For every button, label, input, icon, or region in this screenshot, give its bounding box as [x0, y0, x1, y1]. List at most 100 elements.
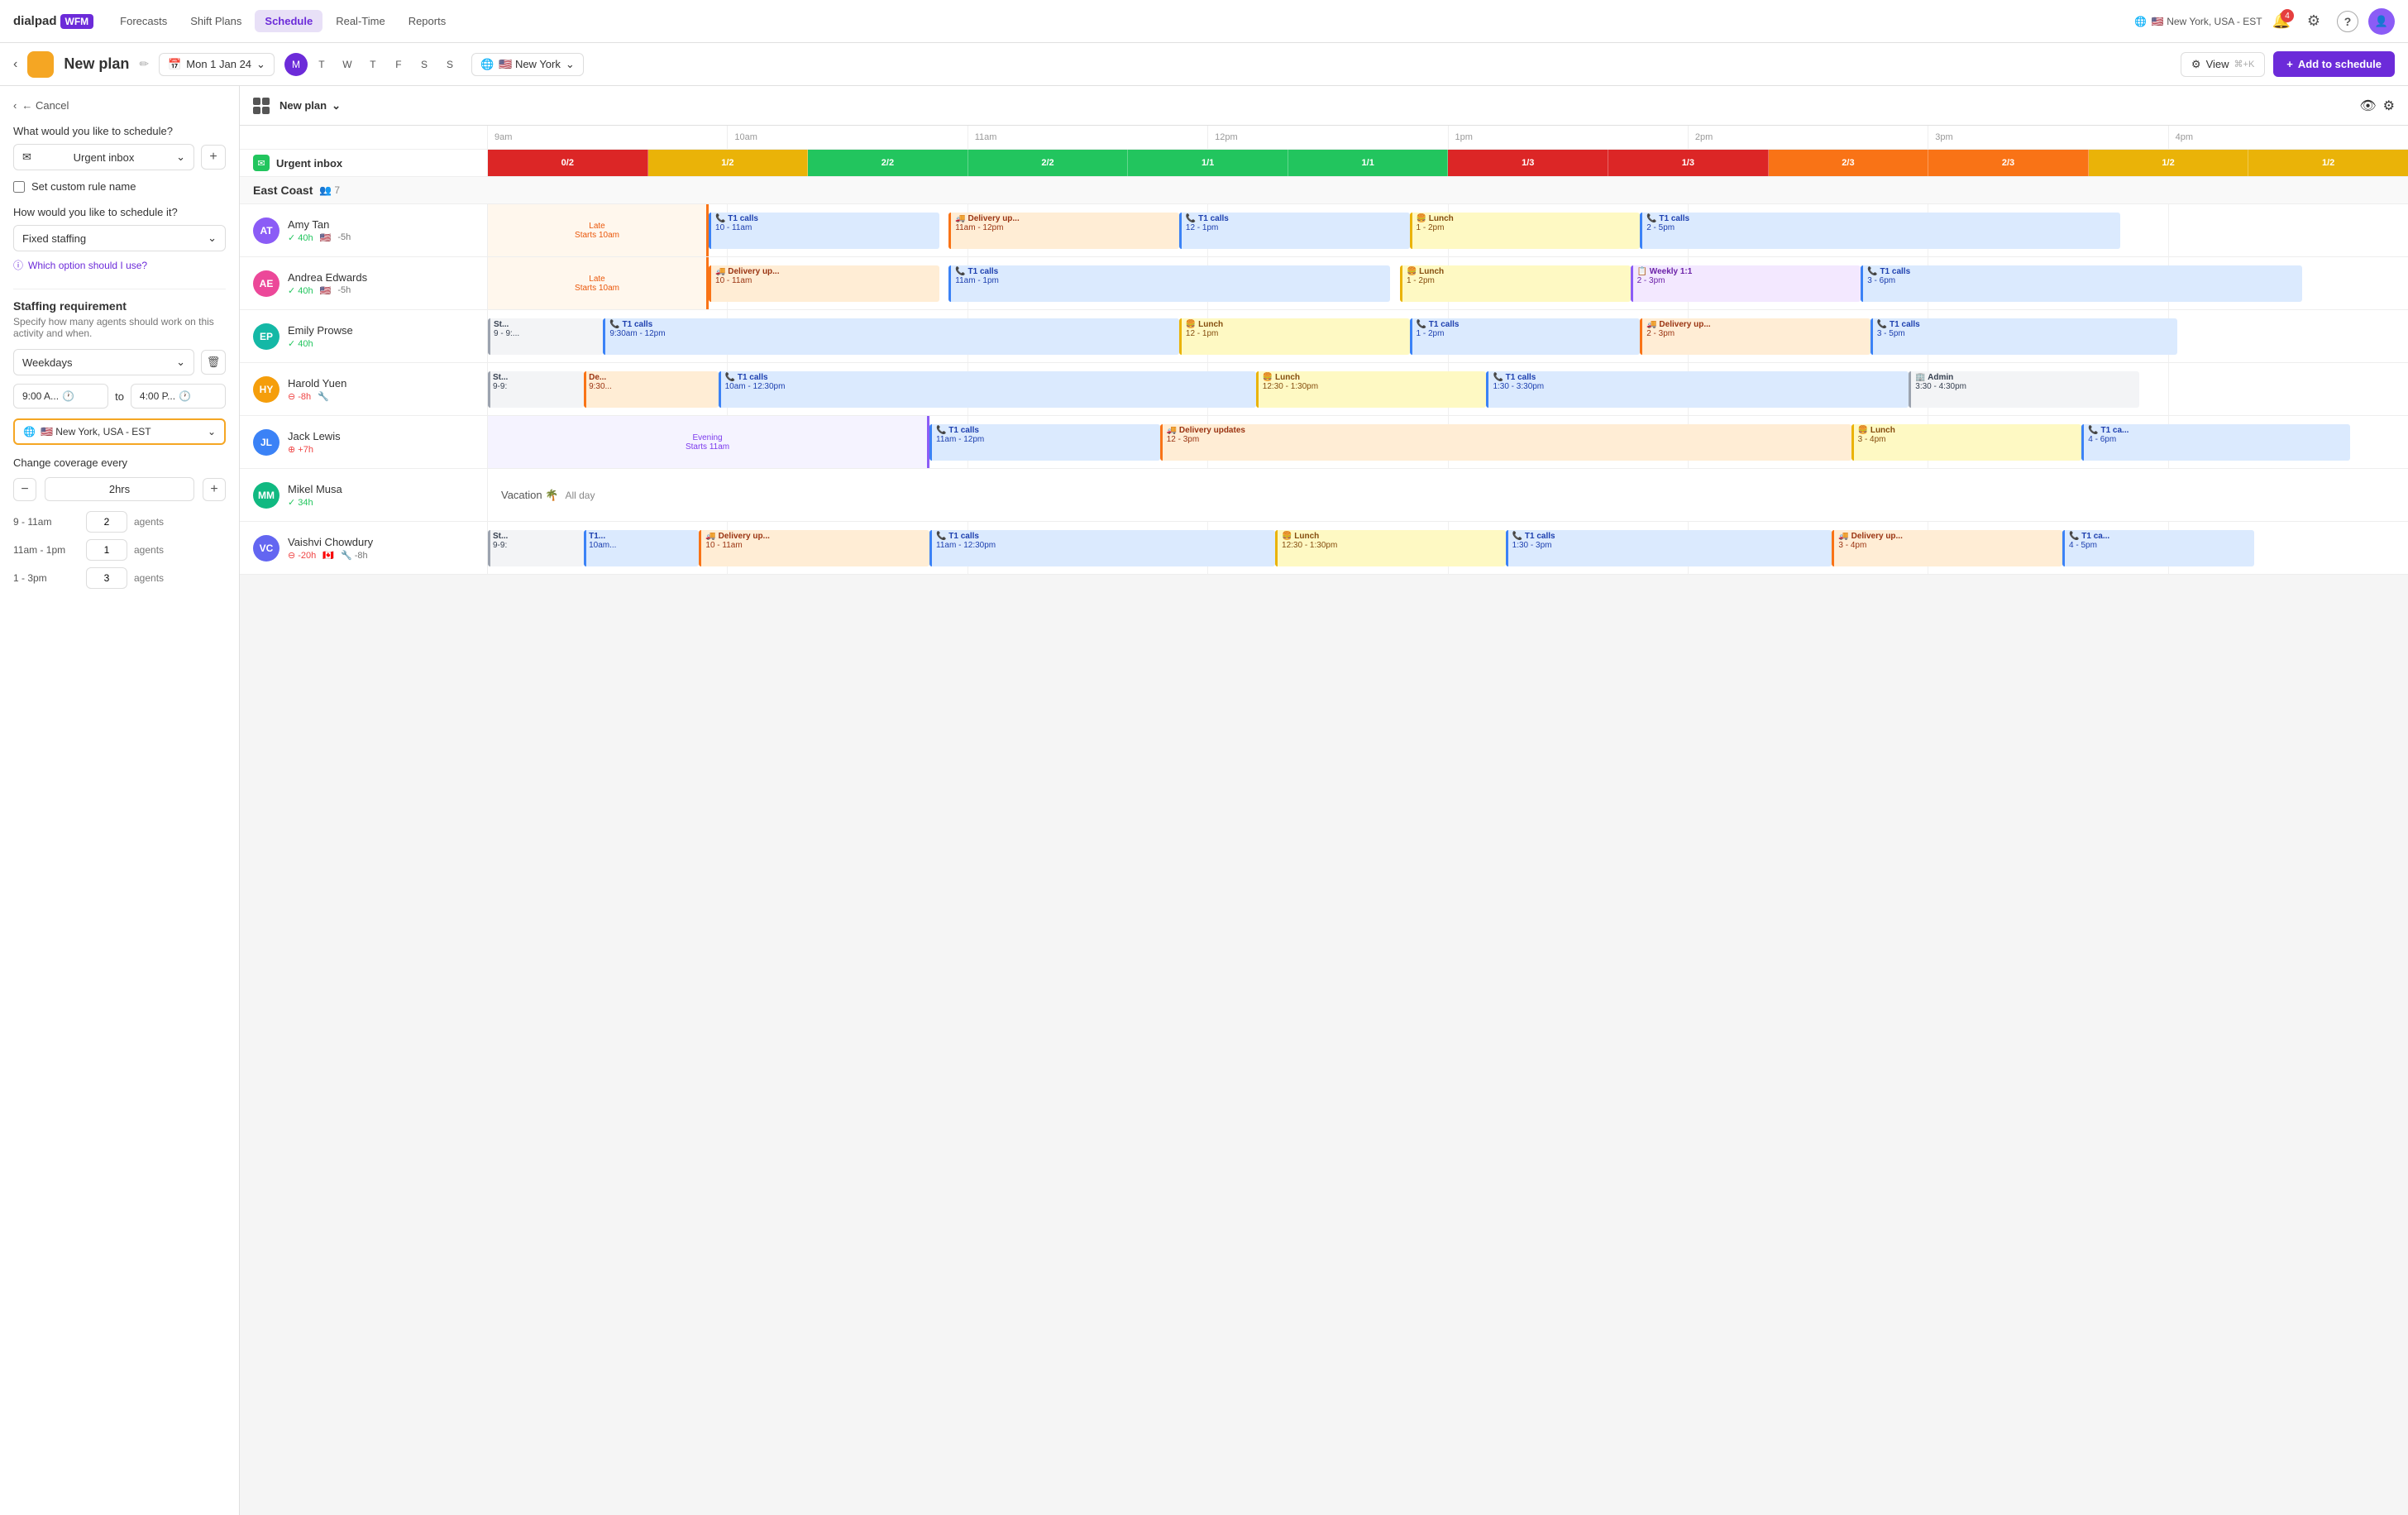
day-saturday[interactable]: S [413, 53, 436, 76]
user-avatar[interactable]: 👤 [2368, 8, 2395, 35]
event-delivery-vaishvi-2: 🚚 Delivery up... 3 - 4pm [1832, 530, 2062, 566]
flag-vaishvi: 🇨🇦 [322, 550, 334, 561]
agent-meta-vaishvi: ⊖ -20h 🇨🇦 🔧 -8h [288, 550, 373, 561]
slot-agents-input-3[interactable] [86, 567, 127, 589]
add-to-schedule-button[interactable]: + Add to schedule [2273, 51, 2395, 77]
day-sunday[interactable]: S [438, 53, 461, 76]
agent-details-vaishvi: Vaishvi Chowdury ⊖ -20h 🇨🇦 🔧 -8h [288, 536, 373, 561]
main-content: ‹ ← Cancel What would you like to schedu… [0, 86, 2408, 1515]
time-from-label: 9:00 A... [22, 390, 59, 402]
custom-rule-checkbox[interactable] [13, 181, 25, 193]
clock-icon: 🕐 [62, 390, 74, 402]
agent-details-jack: Jack Lewis ⊕ +7h [288, 430, 341, 455]
inbox-select[interactable]: ✉ Urgent inbox ⌄ [13, 144, 194, 170]
schedule-scroll-area[interactable]: 9am 10am 11am 12pm 1pm 2pm 3pm 4pm ✉ Urg… [240, 126, 2408, 1515]
notification-button[interactable]: 🔔 4 [2272, 12, 2291, 30]
agent-info-jack: JL Jack Lewis ⊕ +7h [240, 416, 488, 468]
urgent-slot-9: 2/3 [1928, 150, 2089, 176]
date-picker[interactable]: 📅 Mon 1 Jan 24 ⌄ [159, 53, 275, 76]
method-chevron-icon: ⌄ [208, 232, 217, 245]
timezone-selector[interactable]: 🌐 🇺🇸 New York, USA - EST ⌄ [13, 418, 226, 445]
clock-icon-2: 🕐 [179, 390, 191, 402]
group-count: 7 [334, 184, 340, 196]
day-buttons: M T W T F S S [284, 53, 461, 76]
hours-harold: ⊖ -8h [288, 391, 311, 402]
time-from-input[interactable]: 9:00 A... 🕐 [13, 384, 108, 409]
time-separator: to [115, 390, 124, 403]
agent-details-harold: Harold Yuen ⊖ -8h 🔧 [288, 377, 346, 402]
agent-row-mikel-musa: MM Mikel Musa ✓ 34h Vacation 🌴 All day [240, 469, 2408, 522]
avatar-andrea: AE [253, 270, 280, 297]
schedule-region-selector[interactable]: 🌐 🇺🇸 New York ⌄ [471, 53, 584, 76]
eye-icon[interactable]: 👁 [2359, 98, 2376, 114]
agent-row-amy-tan: AT Amy Tan ✓ 40h 🇺🇸 -5h [240, 204, 2408, 257]
event-lunch-andrea: 🍔 Lunch 1 - 2pm [1400, 265, 1631, 302]
sub-navigation: ‹ New plan ✏ 📅 Mon 1 Jan 24 ⌄ M T W T F … [0, 43, 2408, 86]
group-name: East Coast [253, 184, 313, 197]
day-monday[interactable]: M [284, 53, 308, 76]
slot-agents-input-1[interactable] [86, 511, 127, 533]
event-lunch-harold: 🍔 Lunch 12:30 - 1:30pm [1256, 371, 1487, 408]
settings-icon[interactable]: ⚙ [2383, 98, 2395, 114]
day-wednesday[interactable]: W [336, 53, 359, 76]
late-marker-amy: LateStarts 10am [488, 204, 709, 256]
urgent-slot-1: 1/2 [648, 150, 809, 176]
time-col-12pm: 12pm [1208, 126, 1448, 149]
view-button[interactable]: ⚙ View ⌘+K [2181, 52, 2265, 77]
flag-andrea: 🇺🇸 [320, 285, 332, 296]
day-friday[interactable]: F [387, 53, 410, 76]
edit-icon[interactable]: ✏ [139, 57, 149, 71]
decrease-coverage-button[interactable]: − [13, 478, 36, 501]
agent-delta-amy-tan: -5h [337, 232, 351, 242]
event-t1-vaishvi-start: T1... 10am... [584, 530, 699, 566]
urgent-inbox-name: ✉ Urgent inbox [240, 150, 488, 176]
time-col-10am: 10am [728, 126, 967, 149]
event-delivery-andrea: 🚚 Delivery up... 10 - 11am [709, 265, 939, 302]
settings-button[interactable]: ⚙ [2300, 8, 2327, 35]
nav-schedule[interactable]: Schedule [255, 10, 322, 32]
slot-agents-input-2[interactable] [86, 539, 127, 561]
event-weekly-andrea: 📋 Weekly 1:1 2 - 3pm [1631, 265, 1861, 302]
help-link[interactable]: ⓘ Which option should I use? [13, 258, 226, 272]
agent-details-mikel: Mikel Musa ✓ 34h [288, 483, 342, 508]
view-label: View [2206, 58, 2229, 70]
cancel-label: ← Cancel [22, 99, 69, 112]
custom-rule-label: Set custom rule name [31, 180, 136, 193]
plan-dropdown-icon[interactable]: ⌄ [332, 99, 341, 112]
region-selector[interactable]: 🌐 🇺🇸 New York, USA - EST [2134, 16, 2262, 27]
agent-name-vaishvi: Vaishvi Chowdury [288, 536, 373, 548]
agent-name-mikel: Mikel Musa [288, 483, 342, 495]
timeline-emily: St... 9 - 9:... 📞 T1 calls 9:30am - 12pm… [488, 310, 2408, 362]
event-lunch-amy: 🍔 Lunch 1 - 2pm [1410, 213, 1641, 249]
sub-nav-right: ⚙ View ⌘+K + Add to schedule [2181, 51, 2395, 77]
schedule-tools: 👁 ⚙ [2359, 98, 2395, 114]
schedule-method-select[interactable]: Fixed staffing ⌄ [13, 225, 226, 251]
nav-real-time[interactable]: Real-Time [326, 10, 394, 32]
time-col-2pm: 2pm [1689, 126, 1928, 149]
hours-jack: ⊕ +7h [288, 444, 313, 455]
period-label: Weekdays [22, 356, 72, 369]
agent-info-vaishvi: VC Vaishvi Chowdury ⊖ -20h 🇨🇦 🔧 -8h [240, 522, 488, 574]
help-circle-icon: ⓘ [13, 258, 23, 272]
event-t1calls-harold: 📞 T1 calls 10am - 12:30pm [719, 371, 1256, 408]
time-to-input[interactable]: 4:00 P... 🕐 [131, 384, 226, 409]
nav-forecasts[interactable]: Forecasts [110, 10, 177, 32]
add-inbox-button[interactable]: + [201, 145, 226, 170]
day-thursday[interactable]: T [361, 53, 385, 76]
timeline-andrea: LateStarts 10am 🚚 Delivery up... 10 - 11… [488, 257, 2408, 309]
time-col-9am: 9am [488, 126, 728, 149]
day-tuesday[interactable]: T [310, 53, 333, 76]
back-button[interactable]: ‹ [13, 57, 17, 72]
calendar-icon: 📅 [168, 58, 181, 71]
cancel-button[interactable]: ‹ ← Cancel [13, 99, 226, 112]
avatar-harold: HY [253, 376, 280, 403]
nav-reports[interactable]: Reports [399, 10, 456, 32]
period-select[interactable]: Weekdays ⌄ [13, 349, 194, 375]
help-button[interactable]: ? [2337, 11, 2358, 32]
region-globe-icon: 🌐 [480, 58, 494, 71]
nav-shift-plans[interactable]: Shift Plans [180, 10, 251, 32]
delete-period-button[interactable]: 🗑 [201, 350, 226, 375]
increase-coverage-button[interactable]: + [203, 478, 226, 501]
event-admin-harold: 🏢 Admin 3:30 - 4:30pm [1909, 371, 2139, 408]
avatar-mikel: MM [253, 482, 280, 509]
